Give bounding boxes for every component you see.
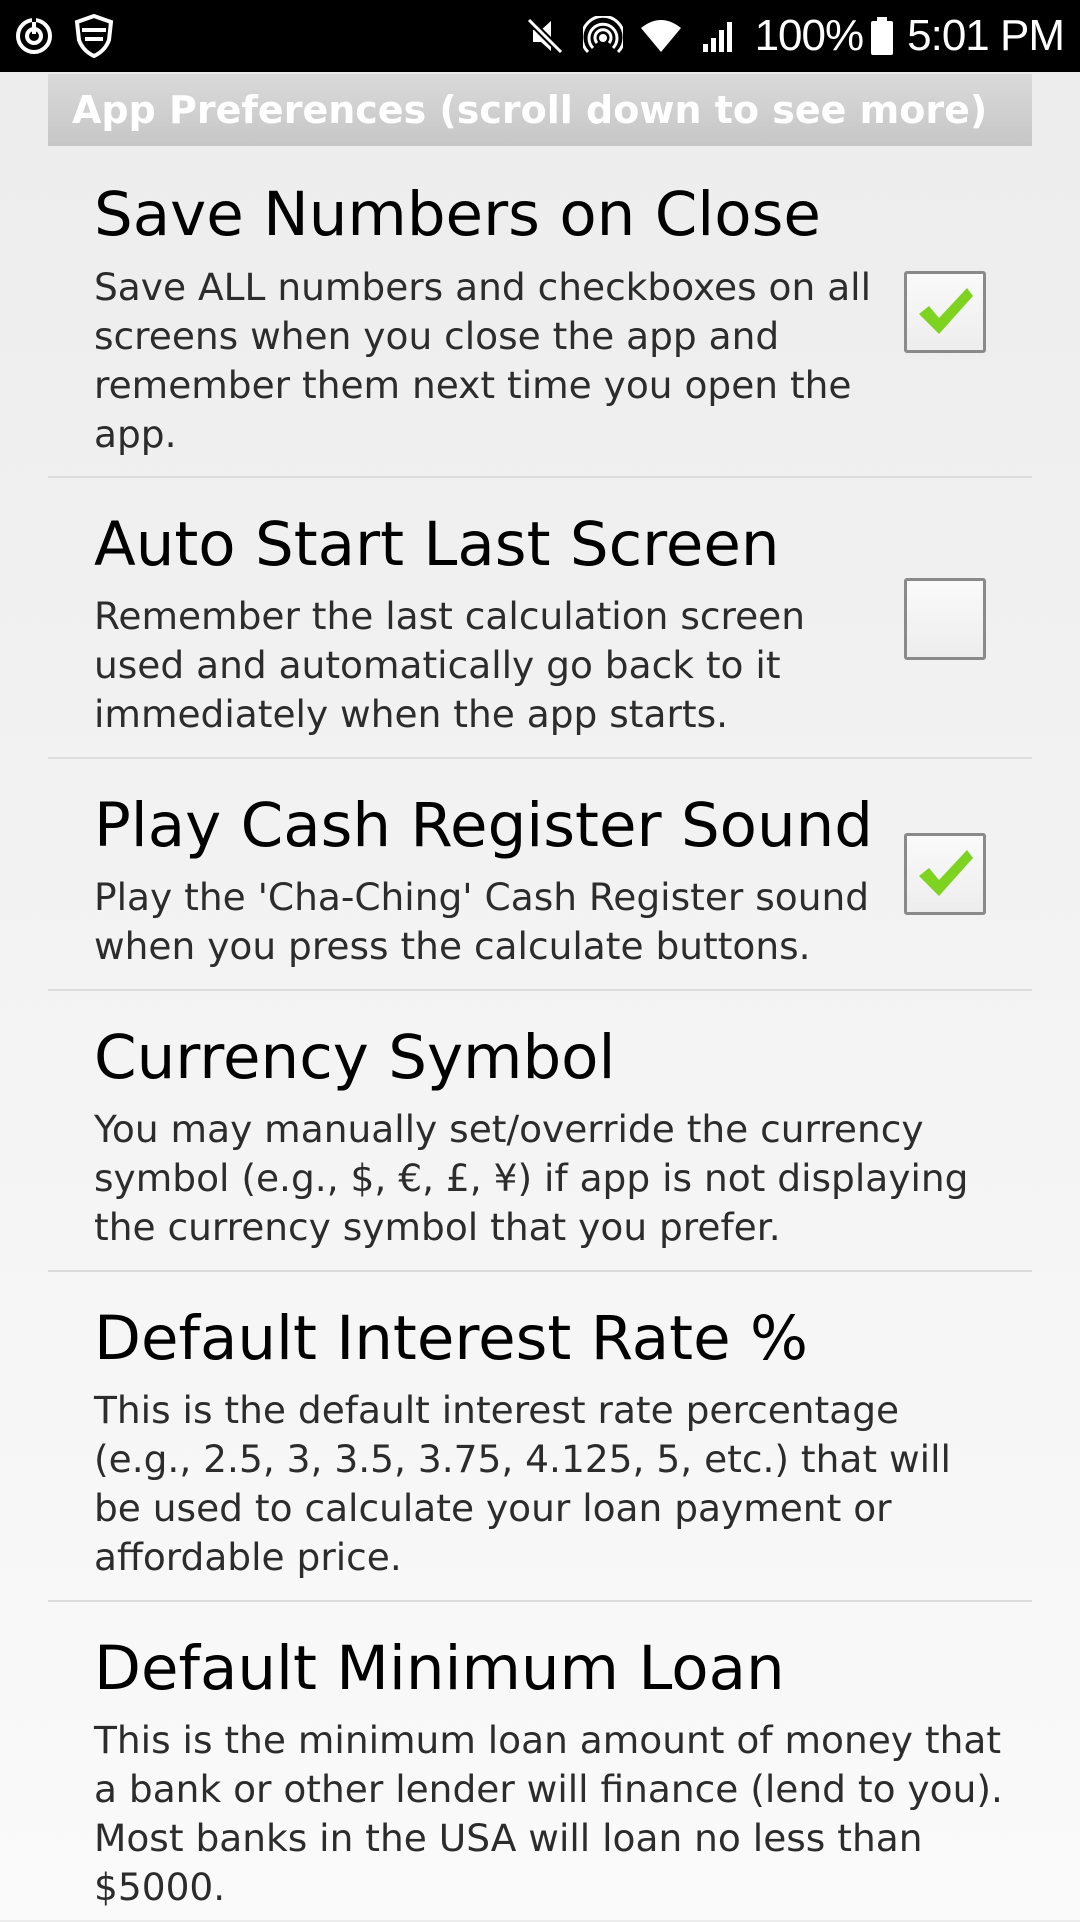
pref-title: Currency Symbol	[94, 1022, 616, 1093]
auto-start-checkbox[interactable]	[904, 578, 986, 660]
pref-description: Remember the last calculation screen use…	[94, 594, 806, 736]
preference-list: Save Numbers on Close Save ALL numbers a…	[48, 146, 1032, 1922]
section-header: App Preferences (scroll down to see more…	[48, 74, 1032, 146]
status-bar: 100% 5:01 PM	[0, 0, 1080, 72]
shield-icon	[72, 14, 116, 58]
pref-description: Save ALL numbers and checkboxes on all s…	[94, 265, 872, 456]
pref-title: Default Minimum Loan	[94, 1633, 785, 1704]
battery-icon	[871, 17, 894, 55]
pref-title: Play Cash Register Sound	[94, 790, 874, 861]
pref-default-minimum-loan[interactable]: Default Minimum Loan This is the minimum…	[48, 1602, 1032, 1922]
pref-title: Auto Start Last Screen	[94, 509, 780, 580]
pref-cash-register-sound[interactable]: Play Cash Register Sound Play the 'Cha-C…	[48, 759, 1032, 991]
pref-description: You may manually set/override the curren…	[94, 1107, 969, 1249]
mute-icon	[523, 14, 567, 58]
pref-currency-symbol[interactable]: Currency Symbol You may manually set/ove…	[48, 991, 1032, 1272]
checkmark-icon	[919, 850, 973, 896]
pref-description: Play the 'Cha-Ching' Cash Register sound…	[94, 875, 870, 968]
pref-save-numbers[interactable]: Save Numbers on Close Save ALL numbers a…	[48, 146, 1032, 478]
sync-icon	[12, 14, 56, 58]
battery-percent: 100%	[754, 11, 865, 60]
clock: 5:01 PM	[907, 11, 1065, 60]
hotspot-icon	[581, 14, 625, 58]
pref-default-interest-rate[interactable]: Default Interest Rate % This is the defa…	[48, 1272, 1032, 1602]
checkmark-icon	[919, 288, 973, 334]
wifi-icon	[639, 14, 683, 58]
pref-title: Default Interest Rate %	[94, 1303, 808, 1374]
save-numbers-checkbox[interactable]	[904, 271, 986, 353]
pref-description: This is the default interest rate percen…	[94, 1388, 951, 1579]
signal-icon	[697, 14, 741, 58]
pref-description: This is the minimum loan amount of money…	[94, 1718, 1003, 1909]
pref-auto-start[interactable]: Auto Start Last Screen Remember the last…	[48, 478, 1032, 759]
cash-register-checkbox[interactable]	[904, 833, 986, 915]
pref-title: Save Numbers on Close	[94, 179, 821, 250]
